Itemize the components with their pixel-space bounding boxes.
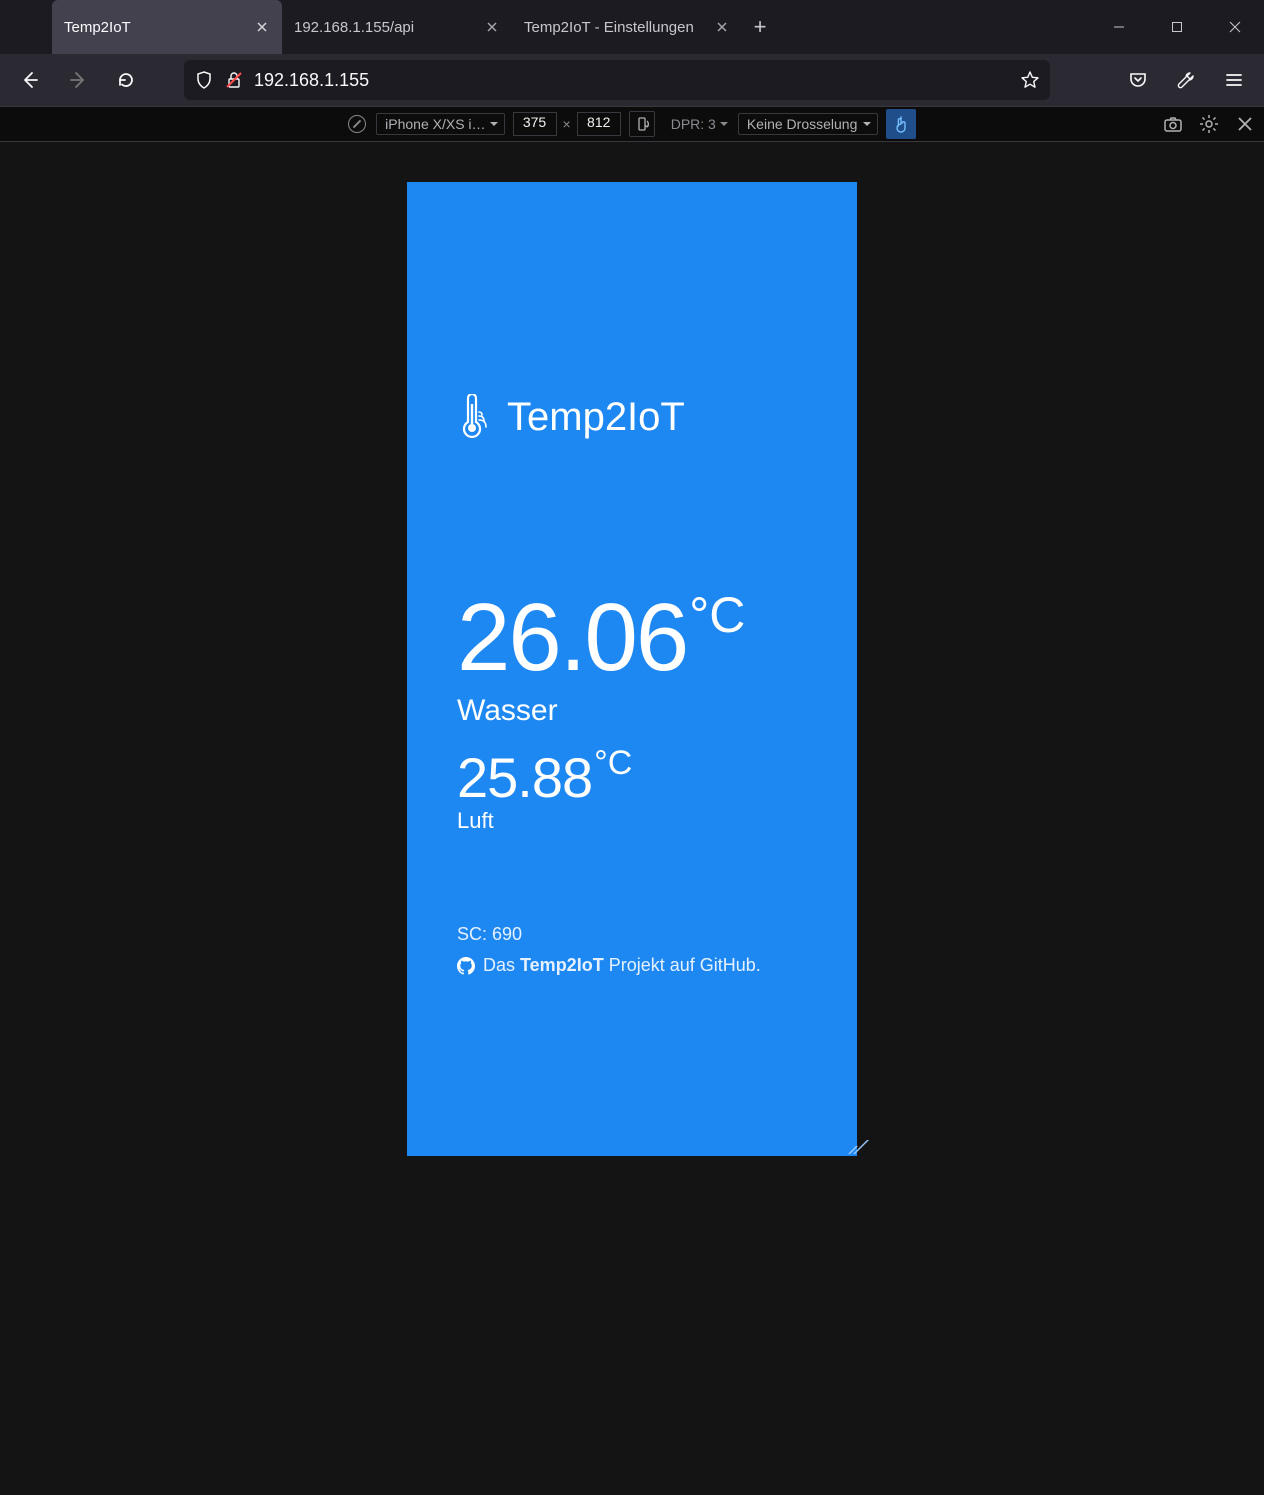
thermometer-icon	[457, 394, 487, 440]
window-titlebar: Temp2IoT 192.168.1.155/api Temp2IoT - Ei…	[0, 0, 1264, 54]
close-icon[interactable]	[714, 19, 730, 35]
primary-label: Wasser	[457, 694, 807, 728]
github-icon	[457, 957, 475, 975]
dpr-select[interactable]: DPR: 3	[663, 116, 730, 132]
primary-unit: °C	[689, 586, 745, 644]
secondary-reading: 25.88 °C	[457, 750, 807, 806]
maximize-button[interactable]	[1148, 0, 1206, 54]
devtools-button[interactable]	[1166, 60, 1206, 100]
primary-reading: 26.06 °C	[457, 590, 807, 686]
navigation-toolbar: 192.168.1.155	[0, 54, 1264, 106]
bookmark-star-icon[interactable]	[1020, 70, 1040, 90]
page-title: Temp2IoT	[507, 395, 685, 440]
device-viewport: Temp2IoT 26.06 °C Wasser 25.88 °C Luft S…	[407, 182, 857, 1156]
viewport-height-input[interactable]: 812	[577, 112, 621, 136]
new-tab-button[interactable]: +	[742, 0, 778, 54]
responsive-design-toolbar: iPhone X/XS i… 375 × 812 DPR: 3 Keine Dr…	[0, 106, 1264, 142]
github-link[interactable]: Das Temp2IoT Projekt auf GitHub.	[457, 955, 807, 976]
pocket-button[interactable]	[1118, 60, 1158, 100]
url-text: 192.168.1.155	[254, 70, 1010, 91]
reload-button[interactable]	[106, 60, 146, 100]
shield-icon[interactable]	[194, 70, 214, 90]
throttling-select[interactable]: Keine Drosselung	[738, 113, 878, 135]
resize-grip[interactable]	[837, 1136, 855, 1154]
close-icon[interactable]	[254, 19, 270, 35]
close-devtools-button[interactable]	[1232, 111, 1258, 137]
minimize-button[interactable]	[1090, 0, 1148, 54]
app-menu-button[interactable]	[1214, 60, 1254, 100]
viewport-width-input[interactable]: 375	[513, 112, 557, 136]
sc-counter: SC: 690	[457, 924, 807, 945]
window-controls	[1090, 0, 1264, 54]
secondary-label: Luft	[457, 808, 807, 834]
screenshot-button[interactable]	[1160, 111, 1186, 137]
forward-button[interactable]	[58, 60, 98, 100]
tab-title: Temp2IoT	[64, 19, 244, 36]
url-bar[interactable]: 192.168.1.155	[184, 60, 1050, 100]
insecure-lock-icon[interactable]	[224, 70, 244, 90]
tab-1[interactable]: 192.168.1.155/api	[282, 0, 512, 54]
compass-icon	[348, 115, 366, 133]
dimension-separator: ×	[563, 116, 571, 132]
viewport-stage: Temp2IoT 26.06 °C Wasser 25.88 °C Luft S…	[0, 142, 1264, 1495]
tab-strip: Temp2IoT 192.168.1.155/api Temp2IoT - Ei…	[0, 0, 1090, 54]
page-header: Temp2IoT	[457, 394, 807, 440]
tab-2[interactable]: Temp2IoT - Einstellungen	[512, 0, 742, 54]
readings-section: 26.06 °C Wasser 25.88 °C Luft	[457, 590, 807, 834]
touch-simulation-button[interactable]	[886, 109, 916, 139]
tab-0[interactable]: Temp2IoT	[52, 0, 282, 54]
page-footer: SC: 690 Das Temp2IoT Projekt auf GitHub.	[457, 924, 807, 976]
close-icon[interactable]	[484, 19, 500, 35]
device-select[interactable]: iPhone X/XS i…	[376, 113, 504, 135]
secondary-unit: °C	[594, 744, 632, 783]
tab-title: Temp2IoT - Einstellungen	[524, 19, 704, 36]
close-window-button[interactable]	[1206, 0, 1264, 54]
rotate-viewport-button[interactable]	[629, 111, 655, 137]
settings-button[interactable]	[1196, 111, 1222, 137]
tab-title: 192.168.1.155/api	[294, 19, 474, 36]
secondary-value: 25.88	[457, 750, 592, 806]
primary-value: 26.06	[457, 590, 687, 686]
back-button[interactable]	[10, 60, 50, 100]
